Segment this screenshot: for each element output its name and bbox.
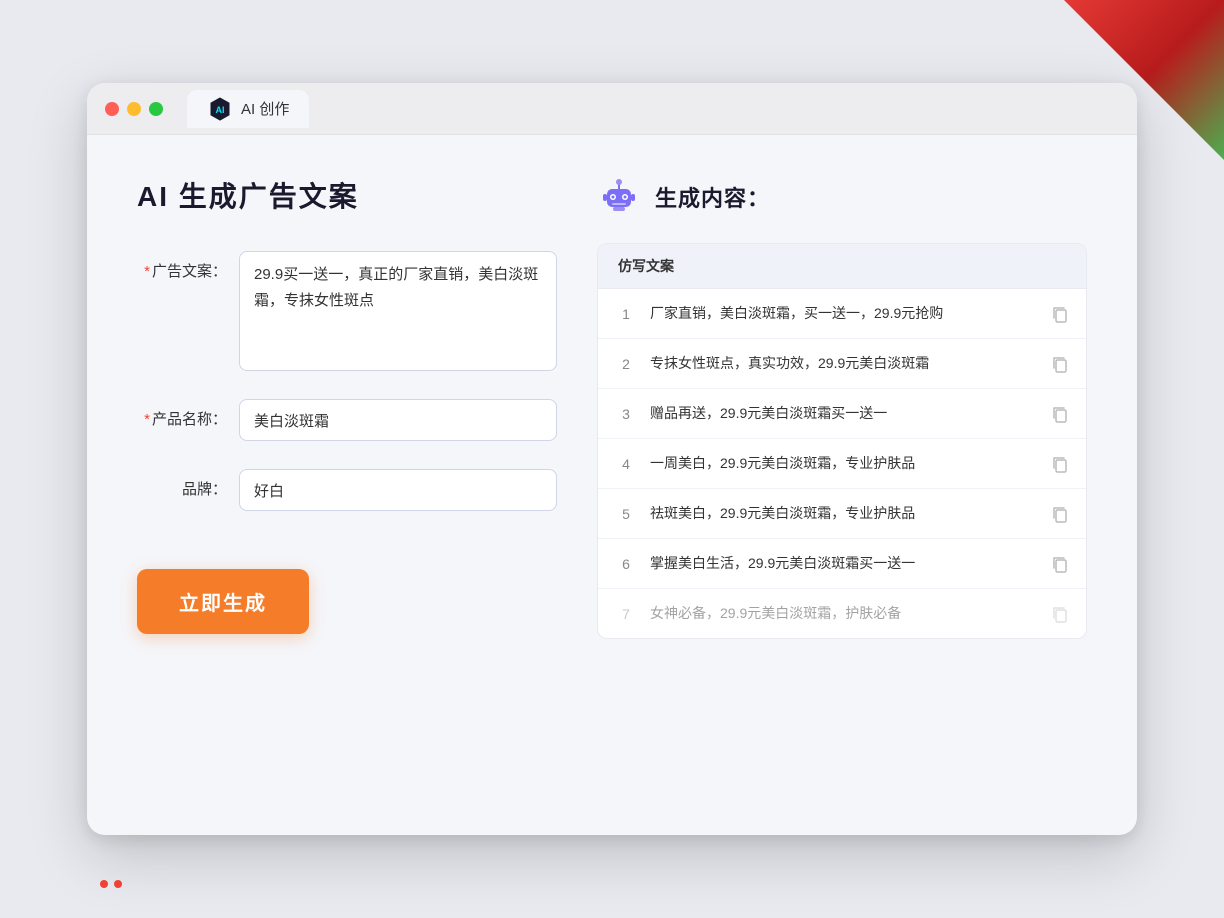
deco-dot-1 — [100, 880, 108, 888]
copy-icon[interactable] — [1050, 354, 1070, 374]
copy-icon[interactable] — [1050, 404, 1070, 424]
decorative-dots — [100, 880, 122, 888]
result-title: 生成内容： — [655, 181, 770, 213]
row-text: 赠品再送，29.9元美白淡斑霜买一送一 — [650, 403, 1038, 424]
deco-dot-2 — [114, 880, 122, 888]
brand-label: 品牌： — [137, 469, 227, 500]
row-text: 祛斑美白，29.9元美白淡斑霜，专业护肤品 — [650, 503, 1038, 524]
row-number: 7 — [614, 606, 638, 622]
ad-copy-label: *广告文案： — [137, 251, 227, 282]
ad-copy-group: *广告文案： 29.9买一送一，真正的厂家直销，美白淡斑霜，专抹女性斑点 — [137, 251, 557, 371]
table-row: 4 一周美白，29.9元美白淡斑霜，专业护肤品 — [598, 439, 1086, 489]
page-title: AI 生成广告文案 — [137, 175, 557, 215]
table-row: 2 专抹女性斑点，真实功效，29.9元美白淡斑霜 — [598, 339, 1086, 389]
copy-icon[interactable] — [1050, 604, 1070, 624]
required-star-product: * — [144, 411, 150, 428]
row-number: 4 — [614, 456, 638, 472]
result-table: 仿写文案 1 厂家直销，美白淡斑霜，买一送一，29.9元抢购 2 专抹女性斑点，… — [597, 243, 1087, 639]
row-text: 一周美白，29.9元美白淡斑霜，专业护肤品 — [650, 453, 1038, 474]
minimize-button[interactable] — [127, 102, 141, 116]
row-text: 女神必备，29.9元美白淡斑霜，护肤必备 — [650, 603, 1038, 624]
traffic-lights — [105, 102, 163, 116]
row-text: 厂家直销，美白淡斑霜，买一送一，29.9元抢购 — [650, 303, 1038, 324]
brand-input[interactable] — [239, 469, 557, 511]
product-name-label: *产品名称： — [137, 399, 227, 430]
tab-ai-creation[interactable]: AI AI 创作 — [187, 90, 309, 128]
required-star-ad: * — [144, 263, 150, 280]
generate-button[interactable]: 立即生成 — [137, 569, 309, 634]
left-panel: AI 生成广告文案 *广告文案： 29.9买一送一，真正的厂家直销，美白淡斑霜，… — [137, 175, 557, 795]
browser-window: AI AI 创作 AI 生成广告文案 *广告文案： 29.9买一送一，真正的厂家… — [87, 83, 1137, 835]
copy-icon[interactable] — [1050, 454, 1070, 474]
row-number: 2 — [614, 356, 638, 372]
title-bar: AI AI 创作 — [87, 83, 1137, 135]
row-number: 5 — [614, 506, 638, 522]
close-button[interactable] — [105, 102, 119, 116]
ai-badge-icon: AI — [207, 96, 233, 122]
table-row: 7 女神必备，29.9元美白淡斑霜，护肤必备 — [598, 589, 1086, 638]
svg-text:AI: AI — [216, 105, 225, 115]
copy-icon[interactable] — [1050, 304, 1070, 324]
ad-copy-input[interactable]: 29.9买一送一，真正的厂家直销，美白淡斑霜，专抹女性斑点 — [239, 251, 557, 371]
product-name-input[interactable] — [239, 399, 557, 441]
maximize-button[interactable] — [149, 102, 163, 116]
result-rows-container: 1 厂家直销，美白淡斑霜，买一送一，29.9元抢购 2 专抹女性斑点，真实功效，… — [598, 289, 1086, 638]
copy-icon[interactable] — [1050, 554, 1070, 574]
copy-icon[interactable] — [1050, 504, 1070, 524]
content-area: AI 生成广告文案 *广告文案： 29.9买一送一，真正的厂家直销，美白淡斑霜，… — [87, 135, 1137, 835]
product-name-group: *产品名称： — [137, 399, 557, 441]
row-number: 1 — [614, 306, 638, 322]
row-text: 掌握美白生活，29.9元美白淡斑霜买一送一 — [650, 553, 1038, 574]
row-number: 3 — [614, 406, 638, 422]
result-header: 生成内容： — [597, 175, 1087, 219]
table-row: 5 祛斑美白，29.9元美白淡斑霜，专业护肤品 — [598, 489, 1086, 539]
robot-icon — [597, 175, 641, 219]
brand-group: 品牌： — [137, 469, 557, 511]
right-panel: 生成内容： 仿写文案 1 厂家直销，美白淡斑霜，买一送一，29.9元抢购 2 专… — [597, 175, 1087, 795]
table-row: 3 赠品再送，29.9元美白淡斑霜买一送一 — [598, 389, 1086, 439]
row-text: 专抹女性斑点，真实功效，29.9元美白淡斑霜 — [650, 353, 1038, 374]
tab-label: AI 创作 — [241, 98, 289, 119]
row-number: 6 — [614, 556, 638, 572]
table-header: 仿写文案 — [598, 244, 1086, 289]
table-row: 6 掌握美白生活，29.9元美白淡斑霜买一送一 — [598, 539, 1086, 589]
table-row: 1 厂家直销，美白淡斑霜，买一送一，29.9元抢购 — [598, 289, 1086, 339]
